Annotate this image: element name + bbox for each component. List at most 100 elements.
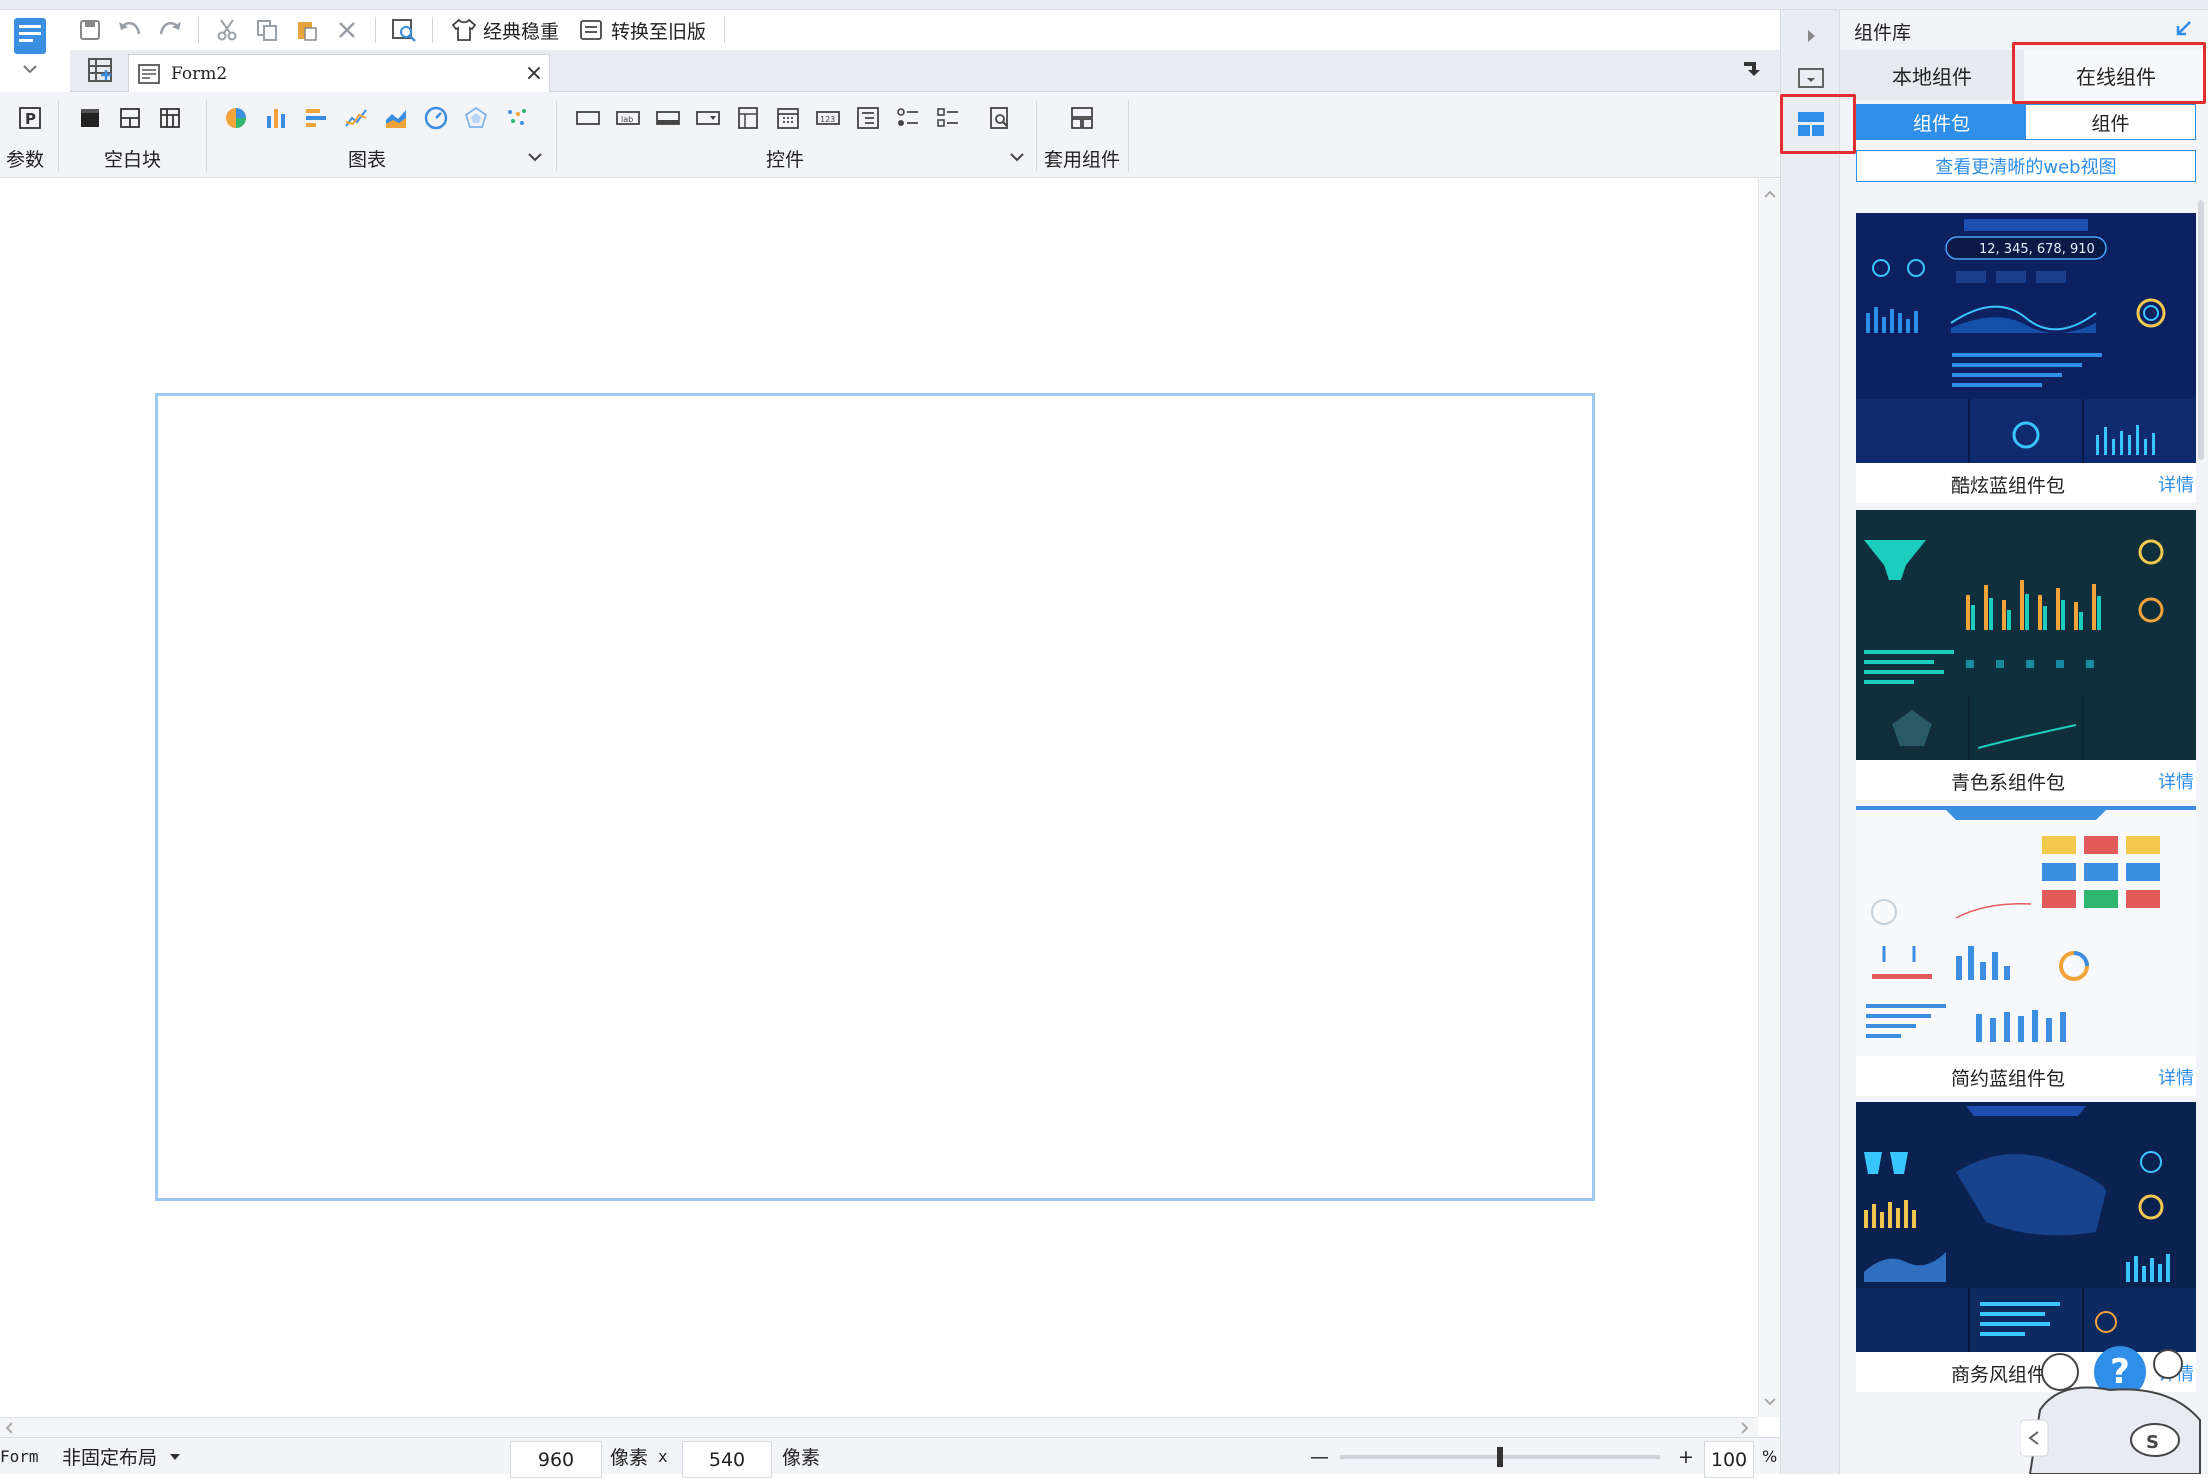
zoom-out-button[interactable]: — bbox=[1310, 1438, 1329, 1475]
theme-button-label: 经典稳重 bbox=[483, 20, 560, 43]
package-detail-link[interactable]: 详情 bbox=[2158, 471, 2194, 497]
design-canvas[interactable] bbox=[0, 179, 1758, 1417]
gauge-chart-icon[interactable] bbox=[416, 100, 456, 136]
tab-local-components[interactable]: 本地组件 bbox=[1840, 50, 2024, 100]
textbox-widget-icon[interactable] bbox=[568, 100, 608, 136]
parameter-icon[interactable]: P bbox=[10, 100, 50, 136]
radar-chart-icon[interactable] bbox=[456, 100, 496, 136]
checkbox-group-icon[interactable] bbox=[928, 100, 968, 136]
toolbar-separator bbox=[724, 17, 726, 43]
dropdown-widget-icon[interactable] bbox=[688, 100, 728, 136]
scatter-chart-icon[interactable] bbox=[496, 100, 536, 136]
vertical-scrollbar[interactable] bbox=[1758, 179, 1780, 1417]
save-icon[interactable] bbox=[70, 12, 110, 48]
list-widget-icon[interactable] bbox=[728, 100, 768, 136]
line-chart-icon[interactable] bbox=[336, 100, 376, 136]
table-block-icon[interactable] bbox=[150, 100, 190, 136]
package-thumbnail[interactable]: 12, 345, 678, 910 bbox=[1856, 213, 2196, 463]
pin-icon[interactable] bbox=[1740, 58, 1766, 84]
button-widget-icon[interactable] bbox=[648, 100, 688, 136]
package-detail-link[interactable]: 详情 bbox=[2158, 1064, 2194, 1090]
component-subtabs: 组件包 组件 bbox=[1856, 104, 2196, 140]
subtab-component[interactable]: 组件 bbox=[2026, 105, 2195, 139]
package-thumbnail[interactable] bbox=[1856, 1102, 2196, 1352]
theme-button[interactable]: 经典稳重 bbox=[441, 12, 569, 48]
layout-select[interactable]: 非固定布局 bbox=[62, 1438, 183, 1475]
collapse-panel-icon[interactable] bbox=[2172, 18, 2194, 40]
preview-icon[interactable] bbox=[384, 12, 424, 48]
form-body-frame[interactable] bbox=[155, 393, 1595, 1201]
highlight-online-components-tab bbox=[2012, 42, 2206, 104]
template-label: 套用组件 bbox=[1044, 149, 1121, 171]
widget-settings-icon[interactable] bbox=[1797, 66, 1825, 90]
package-card[interactable]: 青色系组件包 详情 bbox=[1856, 510, 2196, 800]
package-card[interactable]: 简约蓝组件包 详情 bbox=[1856, 806, 2196, 1096]
zoom-in-button[interactable]: + bbox=[1678, 1438, 1694, 1475]
scroll-down-icon[interactable] bbox=[1759, 1391, 1781, 1413]
ribbon-separator bbox=[1128, 100, 1129, 172]
package-thumbnail[interactable] bbox=[1856, 806, 2196, 1056]
component-ribbon: P 参数 空白块 图表 lab 123 控件 套用组件 bbox=[0, 92, 1780, 178]
param-label: 参数 bbox=[6, 149, 45, 171]
right-side-strip bbox=[1780, 10, 1840, 1474]
bar-chart-icon[interactable] bbox=[256, 100, 296, 136]
svg-text:S: S bbox=[2146, 1432, 2159, 1453]
tab-form2[interactable]: Form2 × bbox=[128, 54, 550, 92]
scroll-left-icon[interactable] bbox=[0, 1418, 20, 1438]
paste-icon[interactable] bbox=[287, 12, 327, 48]
main-toolbar: 经典稳重 转换至旧版 bbox=[70, 12, 1780, 48]
close-tab-icon[interactable]: × bbox=[519, 61, 549, 86]
ribbon-separator bbox=[556, 100, 557, 172]
ribbon-separator bbox=[58, 100, 59, 172]
grid-view-icon[interactable] bbox=[86, 56, 122, 86]
number-widget-icon[interactable]: 123 bbox=[808, 100, 848, 136]
query-widget-icon[interactable] bbox=[980, 100, 1020, 136]
area-chart-icon[interactable] bbox=[376, 100, 416, 136]
radio-group-icon[interactable] bbox=[888, 100, 928, 136]
undo-icon[interactable] bbox=[110, 12, 150, 48]
split-block-icon[interactable] bbox=[110, 100, 150, 136]
subtab-component-package[interactable]: 组件包 bbox=[1857, 105, 2026, 139]
tree-widget-icon[interactable] bbox=[848, 100, 888, 136]
height-input[interactable]: 540 bbox=[682, 1441, 772, 1478]
template-component-icon[interactable] bbox=[1062, 100, 1102, 136]
package-name: 简约蓝组件包 bbox=[1950, 1068, 2065, 1090]
zoom-slider[interactable] bbox=[1340, 1438, 1660, 1475]
pie-chart-icon[interactable] bbox=[216, 100, 256, 136]
chart-dropdown-icon[interactable] bbox=[526, 148, 544, 166]
package-thumbnail[interactable] bbox=[1856, 510, 2196, 760]
package-detail-link[interactable]: 详情 bbox=[2158, 768, 2194, 794]
mascot-icon[interactable]: S bbox=[2020, 1340, 2208, 1474]
horizontal-scrollbar[interactable] bbox=[0, 1417, 1758, 1437]
toolbar-separator bbox=[432, 17, 433, 43]
status-bar: Form 非固定布局 960 像素 x 540 像素 — + 100 % bbox=[0, 1437, 1780, 1478]
scroll-right-icon[interactable] bbox=[1734, 1418, 1754, 1438]
blank-block-label: 空白块 bbox=[104, 149, 162, 171]
convert-old-button[interactable]: 转换至旧版 bbox=[569, 12, 716, 48]
label-widget-icon[interactable]: lab bbox=[608, 100, 648, 136]
toolbar-separator bbox=[198, 17, 199, 43]
param-group[interactable]: P 参数 bbox=[0, 92, 58, 178]
app-logo-icon[interactable] bbox=[8, 14, 56, 84]
redo-icon[interactable] bbox=[150, 12, 190, 48]
width-input[interactable]: 960 bbox=[510, 1441, 602, 1478]
zoom-slider-thumb[interactable] bbox=[1497, 1446, 1503, 1467]
panel-scrollbar[interactable] bbox=[2196, 200, 2206, 1400]
scroll-up-icon[interactable] bbox=[1759, 183, 1781, 205]
template-group[interactable]: 套用组件 bbox=[1040, 92, 1126, 178]
package-card[interactable]: 12, 345, 678, 910 酷炫蓝组件包 详情 bbox=[1856, 213, 2196, 503]
cut-icon[interactable] bbox=[207, 12, 247, 48]
horizontal-bar-icon[interactable] bbox=[296, 100, 336, 136]
expand-arrow-icon[interactable] bbox=[1801, 26, 1821, 46]
width-unit: 像素 bbox=[610, 1447, 649, 1469]
blank-block-icon[interactable] bbox=[70, 100, 110, 136]
zoom-input[interactable]: 100 bbox=[1704, 1441, 1754, 1478]
document-tab-bar: Form2 × bbox=[70, 50, 1780, 92]
form-icon bbox=[138, 63, 160, 84]
delete-icon[interactable] bbox=[327, 12, 367, 48]
date-widget-icon[interactable] bbox=[768, 100, 808, 136]
widget-dropdown-icon[interactable] bbox=[1008, 148, 1026, 166]
toolbar-separator bbox=[375, 17, 376, 43]
web-view-link[interactable]: 查看更清晰的web视图 bbox=[1856, 150, 2196, 182]
copy-icon[interactable] bbox=[247, 12, 287, 48]
